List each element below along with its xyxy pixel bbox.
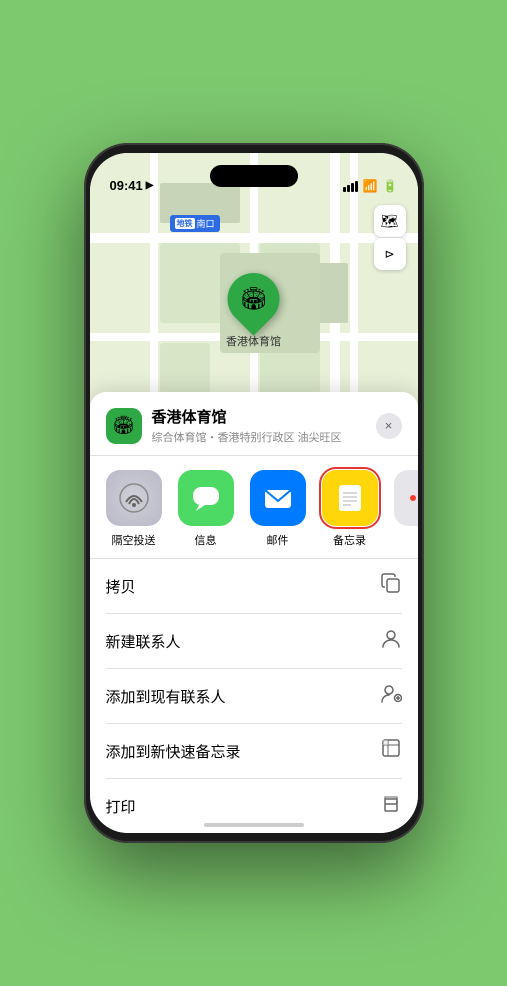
share-messages[interactable]: 信息 xyxy=(170,470,242,548)
place-name: 香港体育馆 xyxy=(152,406,376,427)
home-indicator xyxy=(204,823,304,827)
share-airdrop[interactable]: 隔空投送 xyxy=(98,470,170,548)
copy-icon xyxy=(380,572,402,600)
new-contact-label: 新建联系人 xyxy=(106,631,181,652)
airdrop-icon xyxy=(106,470,162,526)
quick-note-icon xyxy=(380,737,402,765)
map-layers-button[interactable]: 🗺 xyxy=(374,205,406,237)
print-label: 打印 xyxy=(106,796,136,817)
phone-screen: 09:41 ▶ 📶 🔋 xyxy=(90,153,418,833)
share-more[interactable]: 更多 xyxy=(386,470,418,548)
time-display: 09:41 xyxy=(110,178,143,193)
wifi-icon: 📶 xyxy=(363,179,378,193)
messages-icon xyxy=(178,470,234,526)
share-notes[interactable]: 备忘录 xyxy=(314,470,386,548)
place-info: 香港体育馆 综合体育馆・香港特别行政区 油尖旺区 xyxy=(152,406,376,445)
close-button[interactable]: × xyxy=(376,413,402,439)
add-quick-note-label: 添加到新快速备忘录 xyxy=(106,741,241,762)
add-contact-icon xyxy=(380,682,402,710)
airdrop-label: 隔空投送 xyxy=(112,532,156,548)
phone-frame: 09:41 ▶ 📶 🔋 xyxy=(84,143,424,843)
action-add-quick-note[interactable]: 添加到新快速备忘录 xyxy=(106,724,402,779)
copy-label: 拷贝 xyxy=(106,576,136,597)
action-list: 拷贝 新建联系人 xyxy=(90,559,418,833)
messages-label: 信息 xyxy=(195,532,217,548)
map-controls: 🗺 ⊳ xyxy=(374,205,406,270)
place-icon: 🏟 xyxy=(106,408,142,444)
share-actions-row: 隔空投送 信息 xyxy=(90,456,418,559)
mail-icon xyxy=(250,470,306,526)
place-header: 🏟 香港体育馆 综合体育馆・香港特别行政区 油尖旺区 × xyxy=(90,392,418,456)
new-contact-icon xyxy=(380,627,402,655)
share-mail[interactable]: 邮件 xyxy=(242,470,314,548)
notes-label: 备忘录 xyxy=(333,532,366,548)
print-icon xyxy=(380,792,402,820)
bottom-sheet: 🏟 香港体育馆 综合体育馆・香港特别行政区 油尖旺区 × xyxy=(90,392,418,833)
station-label: 地铁 南口 xyxy=(170,215,220,232)
action-new-contact[interactable]: 新建联系人 xyxy=(106,614,402,669)
pin-emoji: 🏟 xyxy=(240,286,268,312)
status-time: 09:41 ▶ xyxy=(110,178,154,193)
action-copy[interactable]: 拷贝 xyxy=(106,559,402,614)
signal-icon xyxy=(343,181,358,192)
battery-icon: 🔋 xyxy=(383,179,398,193)
add-existing-contact-label: 添加到现有联系人 xyxy=(106,686,226,707)
status-icons: 📶 🔋 xyxy=(343,179,398,193)
dynamic-island xyxy=(210,165,298,187)
location-arrow-icon: ▶ xyxy=(146,180,154,191)
notes-icon xyxy=(322,470,378,526)
place-subtitle: 综合体育馆・香港特别行政区 油尖旺区 xyxy=(152,429,376,445)
mail-label: 邮件 xyxy=(267,532,289,548)
map-pin: 🏟 香港体育馆 xyxy=(226,273,281,349)
action-add-existing-contact[interactable]: 添加到现有联系人 xyxy=(106,669,402,724)
more-icon xyxy=(394,470,418,526)
map-location-button[interactable]: ⊳ xyxy=(374,238,406,270)
